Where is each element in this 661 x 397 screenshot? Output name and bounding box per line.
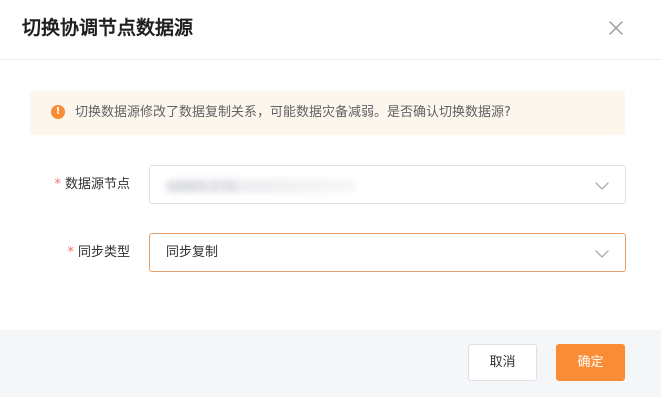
sync-type-label-text: 同步类型 <box>77 245 130 260</box>
source-label-text: 数据源节点 <box>64 177 130 192</box>
source-node-value: cn001-172. <box>166 179 356 193</box>
sync-type-value: 同步复制 <box>166 245 219 260</box>
required-mark: * <box>67 245 74 260</box>
sync-type-label: * 同步类型 <box>67 243 130 263</box>
confirm-button[interactable]: 确定 <box>556 344 625 381</box>
source-label: * 数据源节点 <box>54 175 130 195</box>
form-row-sync-type: * 同步类型 同步复制 <box>0 233 661 273</box>
required-mark: * <box>54 177 61 192</box>
chevron-down-icon <box>595 246 609 260</box>
dialog-header: 切换协调节点数据源 <box>0 0 661 60</box>
chevron-down-icon <box>595 178 609 192</box>
warning-alert: ! 切换数据源修改了数据复制关系，可能数据灾备减弱。是否确认切换数据源? <box>30 91 625 135</box>
warning-text: 切换数据源修改了数据复制关系，可能数据灾备减弱。是否确认切换数据源? <box>75 105 511 120</box>
switch-datasource-dialog: 切换协调节点数据源 ! 切换数据源修改了数据复制关系，可能数据灾备减弱。是否确认… <box>0 0 661 397</box>
form-row-source: * 数据源节点 cn001-172. <box>0 165 661 205</box>
sync-type-select[interactable]: 同步复制 <box>149 233 626 272</box>
exclamation-icon: ! <box>51 105 65 119</box>
cancel-button[interactable]: 取消 <box>468 344 537 381</box>
close-icon[interactable] <box>605 17 627 39</box>
source-node-select[interactable]: cn001-172. <box>149 165 626 204</box>
dialog-title: 切换协调节点数据源 <box>22 17 194 39</box>
dialog-footer: 取消 确定 <box>0 330 661 397</box>
